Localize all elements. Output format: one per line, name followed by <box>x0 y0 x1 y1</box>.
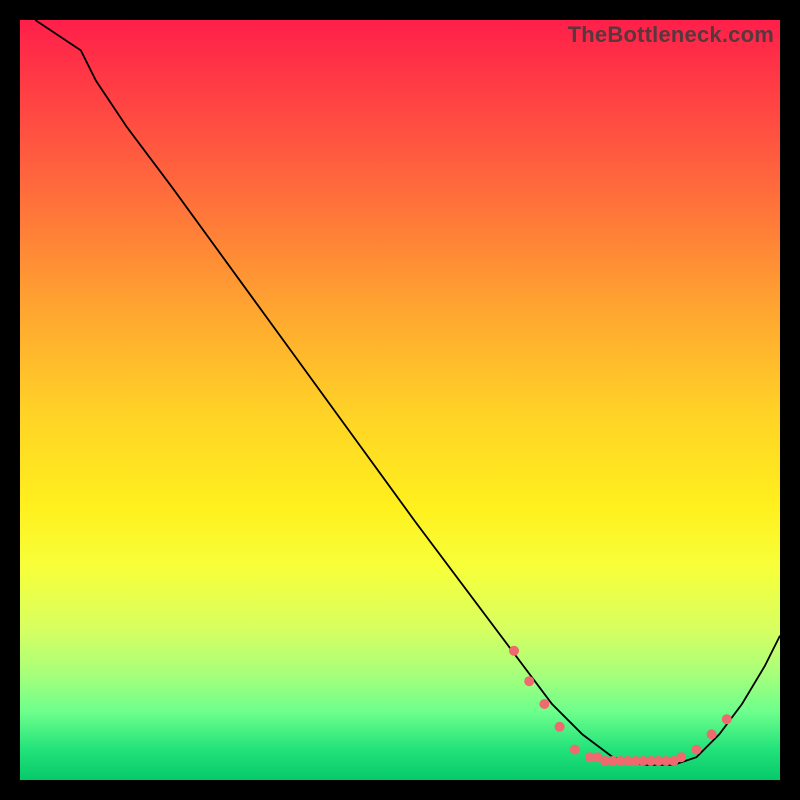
chart-frame: TheBottleneck.com <box>20 20 780 780</box>
bottleneck-curve <box>35 20 780 765</box>
optimal-dot <box>555 722 565 732</box>
chart-plot <box>20 20 780 780</box>
optimal-range-dots <box>509 646 732 766</box>
optimal-dot <box>691 745 701 755</box>
optimal-dot <box>509 646 519 656</box>
optimal-dot <box>539 699 549 709</box>
optimal-dot <box>570 745 580 755</box>
optimal-dot <box>676 752 686 762</box>
optimal-dot <box>707 729 717 739</box>
optimal-dot <box>524 676 534 686</box>
optimal-dot <box>722 714 732 724</box>
